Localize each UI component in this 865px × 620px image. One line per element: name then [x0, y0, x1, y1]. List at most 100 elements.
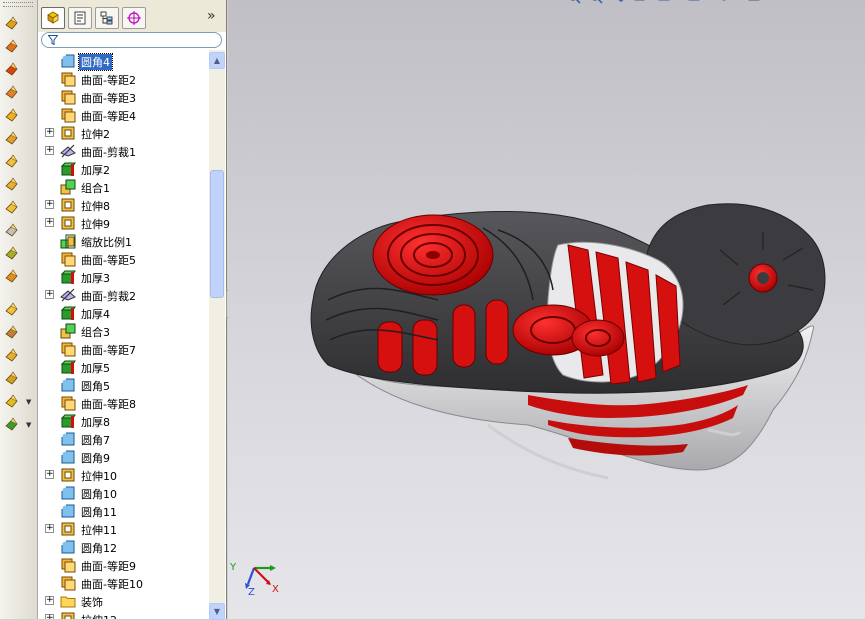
scroll-down-button[interactable]: ▼: [209, 603, 225, 620]
tree-item[interactable]: 加厚8: [38, 412, 209, 430]
tree-scrollbar[interactable]: ▲ ▼: [209, 50, 225, 620]
fillet-icon: [60, 53, 76, 69]
shoe-sole-model[interactable]: [228, 0, 865, 619]
tree-item[interactable]: 圆角9: [38, 448, 209, 466]
expand-toggle[interactable]: +: [45, 614, 54, 619]
offset-surface-button[interactable]: [2, 152, 22, 172]
tree-item[interactable]: 缩放比例1: [38, 232, 209, 250]
tree-item[interactable]: 曲面-等距3: [38, 88, 209, 106]
filter-input[interactable]: [62, 33, 212, 46]
intersect-icon: [4, 348, 19, 363]
tree-item-label: 曲面-剪裁1: [81, 146, 136, 159]
delete-face-button[interactable]: [2, 244, 22, 264]
tree-item[interactable]: 曲面-等距7: [38, 340, 209, 358]
tree-item[interactable]: 加厚4: [38, 304, 209, 322]
expand-toggle[interactable]: +: [45, 524, 54, 533]
trim-surface-icon: [60, 143, 76, 159]
expand-toggle[interactable]: +: [45, 596, 54, 605]
boundary-boss-button[interactable]: [2, 106, 22, 126]
tree-item[interactable]: 曲面-等距5: [38, 250, 209, 268]
tree-item[interactable]: 圆角11: [38, 502, 209, 520]
thicken-icon: [60, 269, 76, 285]
dimxpert-tab[interactable]: [122, 7, 146, 29]
offset-surface-icon: [60, 251, 76, 267]
tree-item-label: 组合3: [81, 326, 110, 339]
tree-item-label: 圆角9: [81, 452, 110, 465]
feature-tree: 圆角4 曲面-等距2 曲面-等距3 曲面-等距4 + 拉伸2 + 曲面-剪裁1 加厚2 组合1 + 拉…: [38, 50, 209, 619]
thicken-icon: [60, 359, 76, 375]
expand-toggle[interactable]: +: [45, 470, 54, 479]
dropdown-arrow-icon[interactable]: ▼: [26, 398, 31, 406]
tree-item[interactable]: + 拉伸2: [38, 124, 209, 142]
tree-item[interactable]: + 曲面-剪裁1: [38, 142, 209, 160]
tree-item[interactable]: + 拉伸9: [38, 214, 209, 232]
swept-boss-button[interactable]: [2, 60, 22, 80]
tree-item[interactable]: 加厚2: [38, 160, 209, 178]
fillet-icon: [60, 377, 76, 393]
property-manager-tab[interactable]: [68, 7, 92, 29]
thicken-icon: [60, 413, 76, 429]
graphics-area[interactable]: Y Z X: [228, 0, 865, 619]
tree-item[interactable]: 圆角12: [38, 538, 209, 556]
flex-button[interactable]: [2, 369, 22, 389]
tree-item[interactable]: + 拉伸8: [38, 196, 209, 214]
intersect-button[interactable]: [2, 346, 22, 366]
tree-item[interactable]: 圆角5: [38, 376, 209, 394]
tree-item[interactable]: 曲面-等距2: [38, 70, 209, 88]
thicken-icon: [60, 161, 76, 177]
tree-item[interactable]: + 曲面-剪裁2: [38, 286, 209, 304]
tree-item[interactable]: 组合3: [38, 322, 209, 340]
fillet-icon: [60, 539, 76, 555]
expand-toggle[interactable]: +: [45, 200, 54, 209]
scroll-thumb[interactable]: [210, 170, 224, 298]
boundary-boss-icon: [4, 108, 19, 123]
tree-item[interactable]: 曲面-等距4: [38, 106, 209, 124]
tree-item-label: 曲面-等距3: [81, 92, 136, 105]
shell-button[interactable]: [2, 300, 22, 320]
tree-item[interactable]: + 装饰: [38, 592, 209, 610]
tree-item[interactable]: 曲面-等距8: [38, 394, 209, 412]
expand-toggle[interactable]: +: [45, 146, 54, 155]
tree-item[interactable]: 组合1: [38, 178, 209, 196]
offset-surface-icon: [60, 395, 76, 411]
tree-item-label: 拉伸10: [81, 470, 117, 483]
tree-item-label: 曲面-等距8: [81, 398, 136, 411]
lofted-boss-button[interactable]: [2, 83, 22, 103]
offset-surface-icon: [60, 89, 76, 105]
expand-toggle[interactable]: +: [45, 290, 54, 299]
tree-item[interactable]: 圆角4: [38, 52, 209, 71]
fillet-button[interactable]: [2, 198, 22, 218]
tree-item[interactable]: + 拉伸12: [38, 610, 209, 619]
tree-item[interactable]: + 拉伸11: [38, 520, 209, 538]
combine-icon: [60, 179, 76, 195]
dropdown-arrow-icon[interactable]: ▼: [26, 421, 31, 429]
thicken-button[interactable]: [2, 129, 22, 149]
tree-filter[interactable]: [41, 32, 222, 48]
tree-item[interactable]: 圆角7: [38, 430, 209, 448]
more-tabs-button[interactable]: »: [207, 7, 223, 25]
tree-item[interactable]: 曲面-等距10: [38, 574, 209, 592]
configuration-manager-tab[interactable]: [95, 7, 119, 29]
filter-icon: [48, 35, 58, 45]
tree-item[interactable]: 加厚3: [38, 268, 209, 286]
expand-toggle[interactable]: +: [45, 128, 54, 137]
revolved-boss-button[interactable]: [2, 37, 22, 57]
expand-toggle[interactable]: +: [45, 218, 54, 227]
spline-tool-button[interactable]: ▼: [2, 415, 31, 435]
feature-manager-tab[interactable]: [41, 7, 65, 29]
curve-tool-button[interactable]: ▼: [2, 392, 31, 412]
tree-item[interactable]: 加厚5: [38, 358, 209, 376]
tree-item-label: 加厚3: [81, 272, 110, 285]
tree-item[interactable]: + 拉伸10: [38, 466, 209, 484]
tree-item[interactable]: 圆角10: [38, 484, 209, 502]
extruded-boss-button[interactable]: [2, 14, 22, 34]
scroll-up-button[interactable]: ▲: [209, 52, 225, 69]
wrap-button[interactable]: [2, 267, 22, 287]
planar-surface-button[interactable]: [2, 175, 22, 195]
tree-item[interactable]: 曲面-等距9: [38, 556, 209, 574]
offset-surface-icon: [60, 575, 76, 591]
tree-item-label: 圆角11: [81, 506, 117, 519]
split-line-button[interactable]: [2, 323, 22, 343]
toolbar-grip[interactable]: [3, 2, 33, 7]
combine-button[interactable]: [2, 221, 22, 241]
